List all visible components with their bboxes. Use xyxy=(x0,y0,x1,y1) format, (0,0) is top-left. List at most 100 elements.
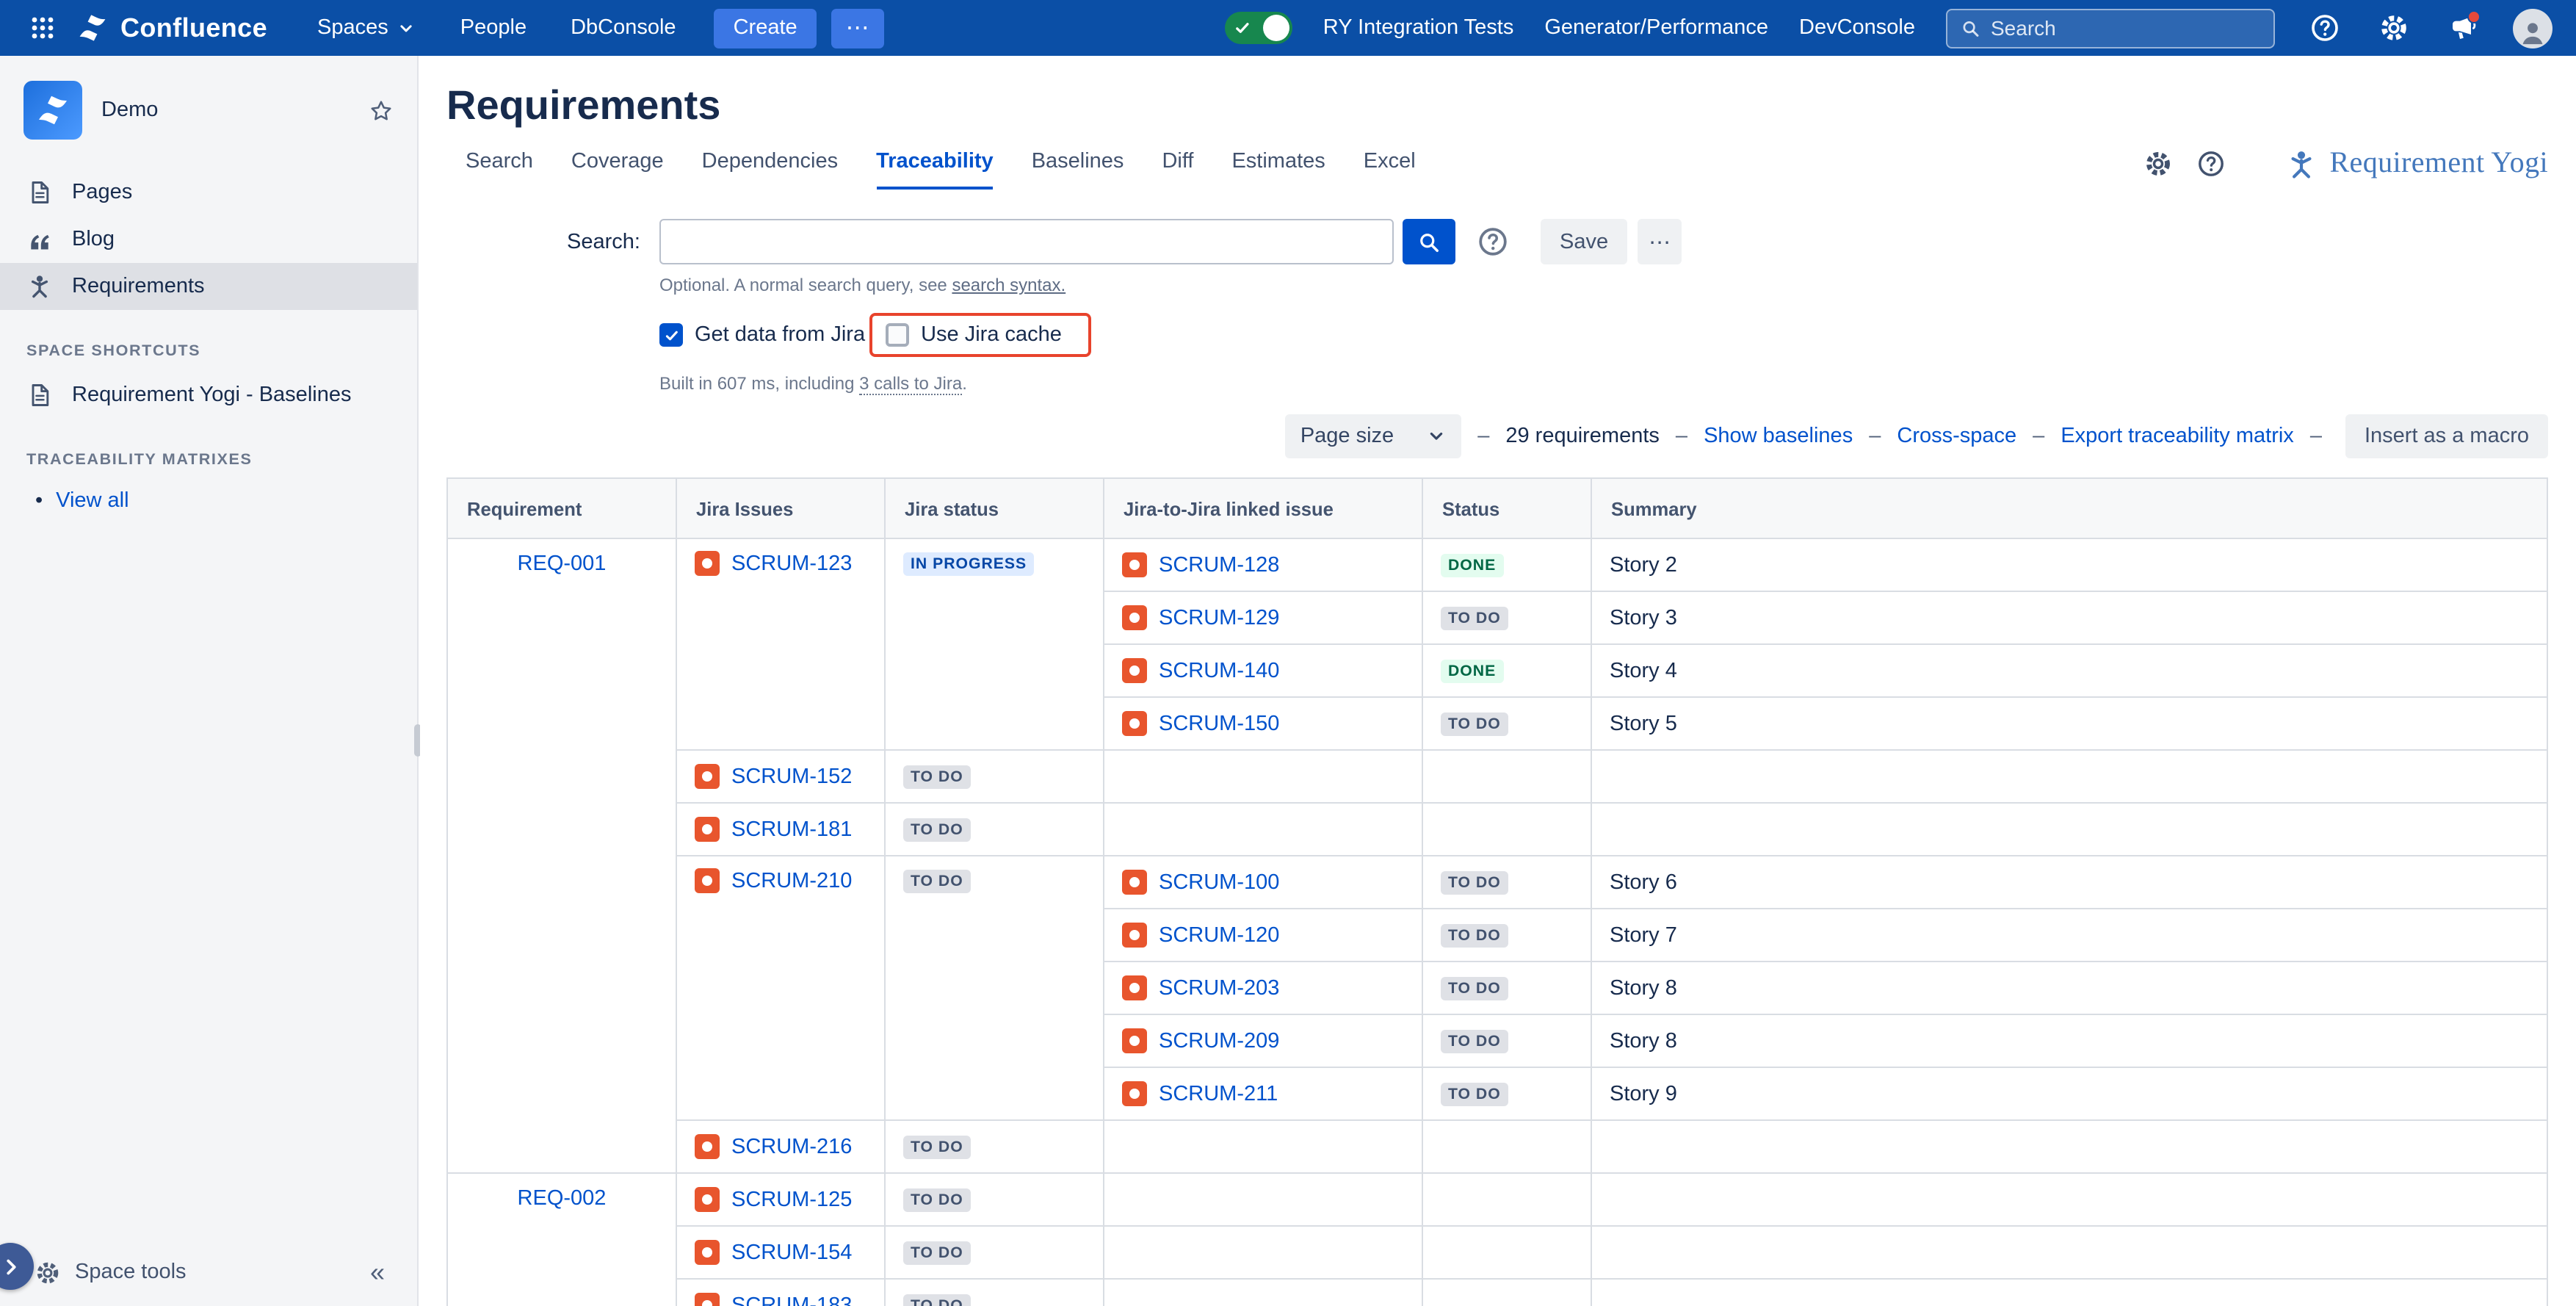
confluence-logo[interactable]: Confluence xyxy=(76,12,267,44)
global-search[interactable] xyxy=(1946,8,2275,48)
jira-issue-link[interactable]: SCRUM-129 xyxy=(1159,606,1279,629)
person-icon xyxy=(2517,17,2548,48)
jira-issue-link[interactable]: SCRUM-209 xyxy=(1159,1029,1279,1053)
requirement-link[interactable]: REQ-001 xyxy=(518,552,607,576)
search-submit-button[interactable] xyxy=(1403,219,1455,264)
jira-issue-type-icon xyxy=(695,868,720,893)
tab-coverage[interactable]: Coverage xyxy=(571,150,664,190)
jira-issue-cell: SCRUM-123 xyxy=(676,538,885,750)
sidebar-item-baselines[interactable]: Requirement Yogi - Baselines xyxy=(0,372,417,419)
feature-toggle[interactable] xyxy=(1225,12,1292,44)
sidebar-item-pages[interactable]: Pages xyxy=(0,169,417,216)
linked-status-cell: DONE xyxy=(1422,644,1591,697)
space-tools-button[interactable]: Space tools xyxy=(35,1260,187,1285)
page-size-select[interactable]: Page size xyxy=(1286,414,1461,458)
linked-status-cell: TO DO xyxy=(1422,909,1591,962)
user-avatar[interactable] xyxy=(2513,8,2553,48)
tab-traceability[interactable]: Traceability xyxy=(876,150,994,190)
search-help-icon[interactable] xyxy=(1475,223,1511,260)
jira-issue-link[interactable]: SCRUM-128 xyxy=(1159,553,1279,577)
get-data-from-jira-label[interactable]: Get data from Jira xyxy=(695,323,865,347)
save-button[interactable]: Save xyxy=(1541,219,1627,264)
use-jira-cache-checkbox[interactable] xyxy=(886,323,909,347)
nav-people[interactable]: People xyxy=(460,16,527,40)
sidebar-item-blog[interactable]: Blog xyxy=(0,216,417,263)
jira-issue-link[interactable]: SCRUM-123 xyxy=(731,552,852,575)
separator: – xyxy=(1477,425,1489,448)
summary-cell: Story 8 xyxy=(1591,1014,2547,1067)
jira-issue-link[interactable]: SCRUM-211 xyxy=(1159,1082,1278,1105)
space-logo[interactable] xyxy=(23,81,82,140)
collapse-sidebar-button[interactable]: « xyxy=(358,1253,397,1291)
jira-calls-link[interactable]: 3 calls to Jira xyxy=(859,373,962,395)
get-data-from-jira-checkbox[interactable] xyxy=(659,323,683,347)
jira-issue-link[interactable]: SCRUM-150 xyxy=(1159,712,1279,735)
tab-search[interactable]: Search xyxy=(466,150,533,190)
jira-issue-type-icon xyxy=(1122,658,1147,683)
linked-issue-cell: SCRUM-203 xyxy=(1104,962,1422,1014)
linked-issue-cell: SCRUM-128 xyxy=(1104,538,1422,591)
search-helper-text: Optional. A normal search query, see sea… xyxy=(659,275,2548,295)
linked-issue-cell: SCRUM-120 xyxy=(1104,909,1422,962)
top-navigation: Confluence Spaces People DbConsole Creat… xyxy=(0,0,2576,56)
status-lozenge: DONE xyxy=(1441,660,1503,682)
jira-issue-link[interactable]: SCRUM-154 xyxy=(731,1241,852,1264)
product-name: Confluence xyxy=(120,12,267,43)
nav-generator-performance[interactable]: Generator/Performance xyxy=(1544,16,1768,40)
jira-issue-cell: SCRUM-183 xyxy=(676,1279,885,1306)
tab-dependencies[interactable]: Dependencies xyxy=(702,150,838,190)
jira-issue-link[interactable]: SCRUM-216 xyxy=(731,1135,852,1158)
jira-issue-link[interactable]: SCRUM-210 xyxy=(731,869,852,892)
traceability-search-input[interactable] xyxy=(659,219,1394,264)
export-traceability-matrix-link[interactable]: Export traceability matrix xyxy=(2061,425,2294,448)
show-baselines-link[interactable]: Show baselines xyxy=(1704,425,1853,448)
tab-estimates[interactable]: Estimates xyxy=(1231,150,1325,190)
summary-cell: Story 7 xyxy=(1591,909,2547,962)
jira-issue-link[interactable]: SCRUM-181 xyxy=(731,818,852,841)
nav-more-button[interactable]: ⋯ xyxy=(831,8,884,48)
search-more-button[interactable]: ⋯ xyxy=(1638,219,1682,264)
use-jira-cache-label[interactable]: Use Jira cache xyxy=(921,323,1062,347)
search-syntax-link[interactable]: search syntax. xyxy=(952,275,1066,295)
jira-issue-link[interactable]: SCRUM-203 xyxy=(1159,976,1279,1000)
tab-baselines[interactable]: Baselines xyxy=(1032,150,1124,190)
cross-space-link[interactable]: Cross-space xyxy=(1897,425,2016,448)
page-help-icon[interactable] xyxy=(2197,150,2225,178)
jira-issue-link[interactable]: SCRUM-120 xyxy=(1159,923,1279,947)
linked-status-cell xyxy=(1422,1173,1591,1226)
table-row: SCRUM-152TO DO xyxy=(447,750,2547,803)
jira-issue-link[interactable]: SCRUM-140 xyxy=(1159,659,1279,682)
jira-issue-type-icon xyxy=(695,551,720,576)
quote-icon xyxy=(26,226,53,253)
view-all-link[interactable]: View all xyxy=(56,489,129,513)
jira-issue-link[interactable]: SCRUM-152 xyxy=(731,765,852,788)
tab-diff[interactable]: Diff xyxy=(1162,150,1193,190)
linked-issue-cell: SCRUM-129 xyxy=(1104,591,1422,644)
jira-issue-link[interactable]: SCRUM-125 xyxy=(731,1188,852,1211)
nav-dbconsole[interactable]: DbConsole xyxy=(571,16,676,40)
app-switcher-icon[interactable] xyxy=(23,9,62,47)
insert-as-macro-button[interactable]: Insert as a macro xyxy=(2345,414,2548,458)
announcements-icon[interactable] xyxy=(2444,9,2482,47)
settings-gear-icon[interactable] xyxy=(2375,9,2413,47)
nav-devconsole[interactable]: DevConsole xyxy=(1799,16,1915,40)
favourite-star-icon[interactable] xyxy=(369,98,394,123)
summary-cell xyxy=(1591,1173,2547,1226)
nav-spaces[interactable]: Spaces xyxy=(317,16,416,40)
requirement-link[interactable]: REQ-002 xyxy=(518,1187,607,1211)
page-title: Requirements xyxy=(446,82,2548,129)
linked-status-cell: TO DO xyxy=(1422,1067,1591,1120)
page-settings-gear-icon[interactable] xyxy=(2144,150,2172,178)
nav-ry-integration-tests[interactable]: RY Integration Tests xyxy=(1323,16,1514,40)
jira-status-cell: IN PROGRESS xyxy=(885,538,1104,750)
tab-excel[interactable]: Excel xyxy=(1364,150,1416,190)
table-header-row: RequirementJira IssuesJira statusJira-to… xyxy=(447,478,2547,538)
create-button[interactable]: Create xyxy=(714,8,817,48)
help-icon[interactable] xyxy=(2306,9,2344,47)
global-search-input[interactable] xyxy=(1991,16,2260,40)
requirement-yogi-brand: Requirement Yogi xyxy=(2285,147,2548,181)
sidebar-item-requirements[interactable]: Requirements xyxy=(0,263,417,310)
table-row: SCRUM-181TO DO xyxy=(447,803,2547,856)
jira-issue-link[interactable]: SCRUM-183 xyxy=(731,1294,852,1306)
jira-issue-link[interactable]: SCRUM-100 xyxy=(1159,870,1279,894)
